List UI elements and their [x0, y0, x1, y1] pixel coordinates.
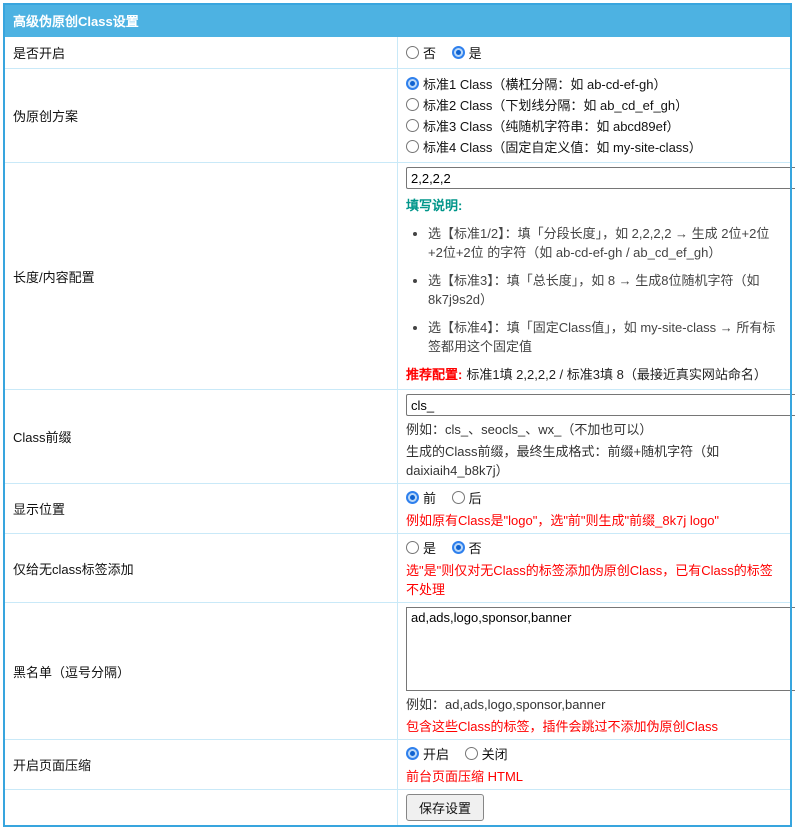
instructions-list: 选【标准1/2】：填「分段长度」，如 2,2,2,2 → 生成 2位+2位+2位…	[406, 223, 782, 355]
save-button[interactable]: 保存设置	[406, 794, 485, 821]
radio-icon[interactable]	[406, 747, 419, 760]
only-no-class-note: 选"是"则仅对无Class的标签添加伪原创Class，已有Class的标签不处理	[406, 563, 773, 597]
radio-icon[interactable]	[406, 98, 419, 111]
enable-option-no[interactable]: 否	[406, 43, 436, 62]
scheme-option-1[interactable]: 标准1 Class（横杠分隔：如 ab-cd-ef-gh）	[406, 74, 782, 93]
only-no-class-option-no-label: 否	[468, 541, 482, 556]
radio-icon[interactable]	[451, 46, 465, 59]
row-prefix: Class前缀 例如：cls_、seocls_、wx_（不加也可以） 生成的Cl…	[3, 389, 795, 484]
position-note: 例如原有Class是"logo"，选"前"则生成"前缀_8k7j logo"	[406, 513, 720, 528]
radio-icon[interactable]	[406, 541, 419, 554]
scheme-option-4-label: 标准4 Class（固定自定义值：如 my-site-class）	[423, 140, 702, 155]
length-config-label: 长度/内容配置	[3, 162, 398, 390]
page: 高级伪原创Class设置 是否开启 否 是 伪原创方案 标准1 Class（横杠…	[0, 0, 795, 830]
radio-icon[interactable]	[406, 491, 419, 504]
only-no-class-option-yes[interactable]: 是	[406, 538, 436, 557]
position-label: 显示位置	[3, 483, 398, 534]
radio-icon[interactable]	[451, 541, 465, 554]
blacklist-help: 例如：ad,ads,logo,sponsor,banner	[406, 697, 606, 712]
only-no-class-label: 仅给无class标签添加	[3, 533, 398, 603]
only-no-class-option-yes-label: 是	[423, 541, 437, 556]
compress-option-on-label: 开启	[423, 747, 450, 762]
compress-label: 开启页面压缩	[3, 739, 398, 790]
position-option-front-label: 前	[423, 491, 437, 506]
settings-table: 高级伪原创Class设置 是否开启 否 是 伪原创方案 标准1 Class（横杠…	[3, 3, 795, 827]
recommend-label: 推荐配置:	[406, 367, 463, 382]
prefix-help-2: 生成的Class前缀，最终生成格式：前缀+随机字符（如 daixiaih4_b8…	[406, 444, 720, 478]
length-config-input[interactable]	[406, 167, 795, 189]
blacklist-label: 黑名单（逗号分隔）	[3, 602, 398, 740]
scheme-option-2-label: 标准2 Class（下划线分隔：如 ab_cd_ef_gh）	[423, 98, 689, 113]
prefix-input[interactable]	[406, 394, 795, 416]
scheme-option-3[interactable]: 标准3 Class（纯随机字符串：如 abcd89ef）	[406, 116, 782, 135]
enable-option-yes[interactable]: 是	[451, 43, 482, 62]
position-option-front[interactable]: 前	[406, 488, 436, 507]
blacklist-textarea[interactable]: ad,ads,logo,sponsor,banner	[406, 607, 795, 691]
radio-icon[interactable]	[406, 140, 419, 153]
row-only-no-class: 仅给无class标签添加 是 否 选"是"则仅对无Class的标签添加伪原创Cl…	[3, 533, 792, 603]
instruction-item: 选【标准3】：填「总长度」，如 8 → 生成8位随机字符（如 8k7j9s2d）	[428, 270, 782, 308]
row-position: 显示位置 前 后 例如原有Class是"logo"，选"前"则生成"前缀_8k7…	[3, 483, 792, 534]
compress-option-off-label: 关闭	[481, 747, 508, 762]
recommend-text: 标准1填 2,2,2,2 / 标准3填 8（最接近真实网站命名）	[466, 367, 767, 382]
compress-option-off[interactable]: 关闭	[464, 744, 508, 763]
compress-note: 前台页面压缩 HTML	[406, 769, 524, 784]
row-save: 保存设置	[3, 789, 792, 827]
enable-option-yes-label: 是	[468, 46, 482, 61]
position-option-back-label: 后	[468, 491, 482, 506]
scheme-option-1-label: 标准1 Class（横杠分隔：如 ab-cd-ef-gh）	[423, 77, 667, 92]
enable-option-no-label: 否	[423, 46, 437, 61]
prefix-help-1: 例如：cls_、seocls_、wx_（不加也可以）	[406, 422, 653, 437]
scheme-option-3-label: 标准3 Class（纯随机字符串：如 abcd89ef）	[423, 119, 680, 134]
recommend-line: 推荐配置: 标准1填 2,2,2,2 / 标准3填 8（最接近真实网站命名）	[406, 364, 782, 383]
row-enable: 是否开启 否 是	[3, 36, 792, 69]
compress-option-on[interactable]: 开启	[406, 744, 449, 763]
radio-icon[interactable]	[406, 46, 419, 59]
instruction-item: 选【标准1/2】：填「分段长度」，如 2,2,2,2 → 生成 2位+2位+2位…	[428, 223, 782, 261]
page-title: 高级伪原创Class设置	[3, 3, 792, 37]
radio-icon[interactable]	[406, 119, 419, 132]
scheme-option-4[interactable]: 标准4 Class（固定自定义值：如 my-site-class）	[406, 137, 782, 156]
only-no-class-option-no[interactable]: 否	[451, 538, 482, 557]
row-blacklist: 黑名单（逗号分隔） ad,ads,logo,sponsor,banner 例如：…	[3, 602, 795, 740]
header-row: 高级伪原创Class设置	[3, 3, 792, 37]
scheme-option-2[interactable]: 标准2 Class（下划线分隔：如 ab_cd_ef_gh）	[406, 95, 782, 114]
prefix-label: Class前缀	[3, 389, 398, 484]
instructions-title: 填写说明:	[406, 198, 463, 213]
scheme-label: 伪原创方案	[3, 68, 398, 163]
instruction-item: 选【标准4】：填「固定Class值」，如 my-site-class → 所有标…	[428, 317, 782, 355]
enable-label: 是否开启	[3, 36, 398, 69]
radio-icon[interactable]	[464, 747, 478, 760]
row-length-config: 长度/内容配置 填写说明: 选【标准1/2】：填「分段长度」，如 2,2,2,2…	[3, 162, 795, 390]
save-label-cell	[3, 789, 398, 827]
radio-icon[interactable]	[406, 77, 419, 90]
blacklist-note: 包含这些Class的标签，插件会跳过不添加伪原创Class	[406, 719, 719, 734]
row-compress: 开启页面压缩 开启 关闭 前台页面压缩 HTML	[3, 739, 792, 790]
radio-icon[interactable]	[451, 491, 465, 504]
position-option-back[interactable]: 后	[451, 488, 482, 507]
row-scheme: 伪原创方案 标准1 Class（横杠分隔：如 ab-cd-ef-gh） 标准2 …	[3, 68, 792, 163]
